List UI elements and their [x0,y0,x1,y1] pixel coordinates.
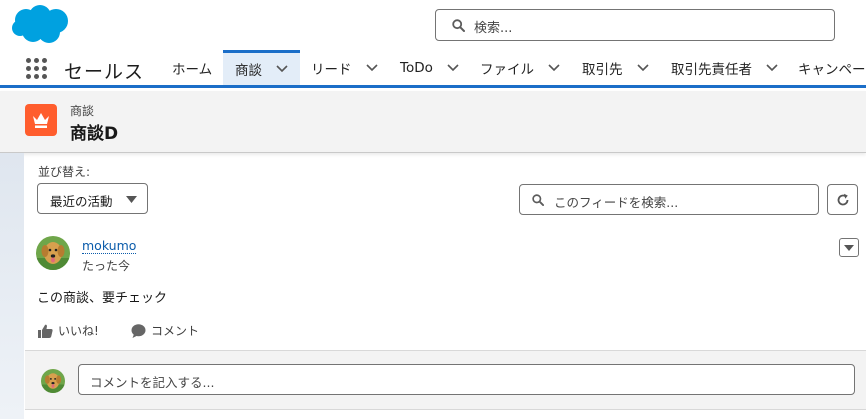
comment-button[interactable]: コメント [131,322,199,339]
nav-item-contacts[interactable]: 取引先責任者 [671,50,778,85]
nav-item-label: リード [311,61,352,78]
chevron-down-icon[interactable] [365,63,378,72]
nav-item-leads[interactable]: リード [311,50,378,85]
avatar[interactable] [36,236,70,270]
chevron-down-icon[interactable] [276,65,288,73]
nav-item-campaigns[interactable]: キャンペーン [798,50,866,85]
chevron-down-icon[interactable] [636,63,649,72]
crown-icon [33,113,49,128]
feed-search-input[interactable]: このフィードを検索... [519,184,819,215]
sort-select[interactable]: 最近の活動 [37,183,148,214]
caret-down-icon [844,245,854,251]
nav-item-label: 取引先 [582,61,623,78]
sort-label: 並び替え: [38,165,91,179]
caret-down-icon [126,196,137,203]
nav-item-accounts[interactable]: 取引先 [582,50,649,85]
navigation-bar: セールス ホーム 商談 リード ToDo ファイル 取引先 取引先責任者 キャン… [0,50,866,88]
nav-item-label: 取引先責任者 [671,61,752,78]
avatar [41,369,65,393]
comment-input[interactable]: コメントを記入する... [78,364,855,395]
dog-avatar-icon [36,236,70,270]
record-type-label: 商談 [70,104,95,118]
chevron-down-icon[interactable] [766,63,778,72]
post-menu-button[interactable] [839,238,859,257]
chevron-down-icon[interactable] [548,63,560,72]
post-author-link[interactable]: mokumo [82,238,137,254]
nav-item-label: ホーム [172,61,213,78]
record-title: 商談D [70,124,119,144]
like-label: いいね! [58,324,99,338]
salesforce-logo-icon[interactable] [10,4,72,46]
nav-item-label: ToDo [400,59,433,76]
like-button[interactable]: いいね! [38,322,99,339]
post-body: この商談、要チェック [37,291,168,306]
chevron-down-icon[interactable] [447,63,459,72]
post-timestamp: たった今 [82,259,131,273]
dog-avatar-icon [41,369,65,393]
nav-item-opportunities[interactable]: 商談 [223,50,300,85]
comment-label: コメント [151,324,200,338]
search-icon [452,19,465,32]
global-search-placeholder: 検索... [474,21,513,36]
record-header: 商談 商談D [0,91,866,153]
refresh-icon [837,193,849,206]
opportunity-icon-container [25,104,57,136]
feed-search-placeholder: このフィードを検索... [554,195,679,210]
nav-item-label: ファイル [480,61,534,78]
app-root: 検索... セールス ホーム 商談 リード ToDo ファイル 取引先 取引先責… [0,0,866,419]
global-search-input[interactable]: 検索... [435,9,835,41]
nav-item-label: 商談 [235,63,262,79]
global-header: 検索... [0,0,866,50]
nav-item-home[interactable]: ホーム [172,50,212,85]
sort-select-value: 最近の活動 [50,194,113,209]
thumbs-up-icon [38,324,53,338]
background-strip [0,153,24,419]
refresh-button[interactable] [827,184,858,215]
comment-input-placeholder: コメントを記入する... [90,375,215,390]
app-name: セールス [64,61,145,83]
nav-item-files[interactable]: ファイル [480,50,560,85]
nav-item-label: キャンペーン [798,61,866,78]
nav-item-todo[interactable]: ToDo [400,50,459,85]
comment-icon [131,323,146,338]
search-icon [532,194,544,206]
app-launcher-icon[interactable] [26,58,48,80]
